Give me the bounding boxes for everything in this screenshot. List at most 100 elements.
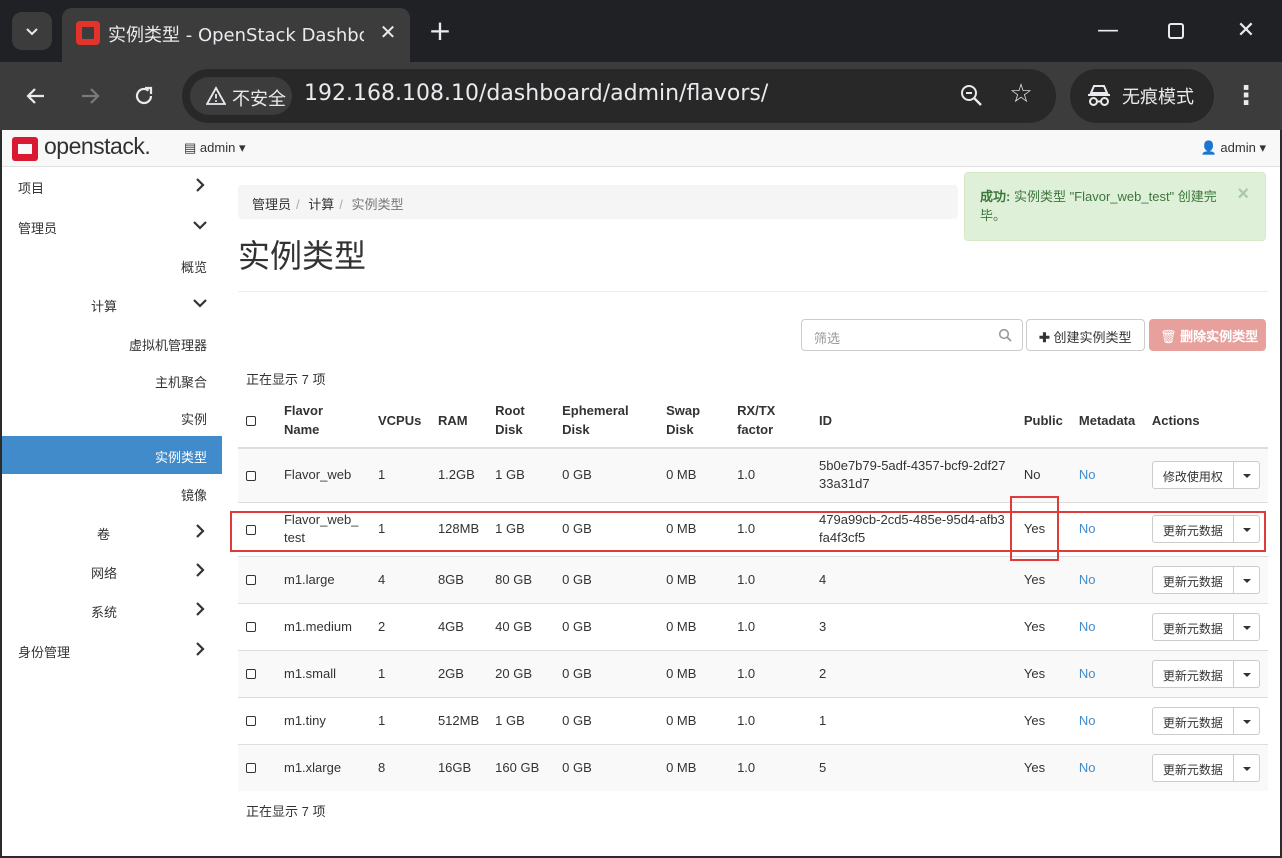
actions-cell: 更新元数据 [1143,555,1268,603]
row-action-dropdown-icon[interactable] [1233,565,1260,594]
sidebar-item-host-aggregates[interactable]: 主机聚合 [2,361,222,399]
col-header[interactable]: Root Disk [487,393,555,449]
address-bar[interactable]: 不安全 192.168.108.10/dashboard/admin/flavo… [182,69,1056,123]
col-header[interactable]: Swap Disk [658,393,730,449]
row-checkbox[interactable] [246,575,256,586]
select-all-checkbox[interactable] [246,416,256,427]
metadata-cell[interactable]: No [1070,602,1144,650]
warning-triangle-icon [206,86,226,105]
project-selector-label: admin [199,140,236,155]
row-action-button[interactable]: 更新元数据 [1151,612,1234,641]
row-action-dropdown-icon[interactable] [1233,461,1260,490]
row-action-button[interactable]: 更新元数据 [1151,753,1234,782]
col-header[interactable]: Public [1015,393,1071,449]
logo-text: openstack. [44,133,151,159]
breadcrumb-item[interactable]: 计算 [308,197,334,212]
new-tab-button[interactable]: + [424,12,456,50]
metadata-cell[interactable]: No [1070,555,1144,603]
public-cell: Yes [1015,743,1071,791]
row-action-button[interactable]: 更新元数据 [1151,706,1234,735]
sidebar-item-overview[interactable]: 概览 [2,246,222,284]
sidebar-item-volumes[interactable]: 卷 [2,513,222,551]
sidebar-item-hypervisors[interactable]: 虚拟机管理器 [2,324,222,362]
delete-flavors-button[interactable]: 🗑 删除实例类型 [1149,319,1266,351]
openstack-logo[interactable]: openstack. [12,133,160,162]
row-checkbox[interactable] [246,622,256,633]
col-header[interactable]: VCPUs [369,393,430,449]
sidebar-item-compute[interactable]: 计算 [2,285,222,323]
row-action-dropdown-icon[interactable] [1233,612,1260,641]
filter-input[interactable]: 筛选 [801,319,1023,351]
root-disk-cell: 80 GB [487,555,555,603]
row-checkbox[interactable] [246,669,256,680]
row-action-dropdown-icon[interactable] [1233,753,1260,782]
bookmark-star-icon[interactable]: ☆ [1006,79,1036,109]
minimize-icon[interactable]: — [1088,12,1128,50]
row-checkbox[interactable] [246,716,256,727]
col-header[interactable]: Flavor Name [275,393,370,449]
col-header[interactable]: RAM [429,393,488,449]
project-selector[interactable]: ▤ admin ▾ [184,140,246,156]
tab-close-icon[interactable]: ✕ [376,20,400,44]
sidebar-item-identity[interactable]: 身份管理 [2,631,222,669]
browser-tab[interactable]: 实例类型 - OpenStack Dashboard ✕ [62,8,410,62]
window-close-icon[interactable]: ✕ [1226,12,1266,50]
tab-search-button[interactable] [12,12,52,50]
page-title: 实例类型 [238,238,367,274]
search-icon[interactable] [998,328,1012,342]
metadata-cell[interactable]: No [1070,501,1144,556]
back-arrow-icon[interactable] [16,76,56,116]
flavor-name-cell: m1.medium [275,602,370,650]
url-text[interactable]: 192.168.108.10/dashboard/admin/flavors/ [304,81,768,106]
col-header[interactable]: Ephemeral Disk [554,393,659,449]
ram-cell: 128MB [429,501,488,556]
id-cell: 5b0e7b79-5adf-4357-bcf9-2df2733a31d7 [811,447,1016,502]
row-action-button[interactable]: 更新元数据 [1151,565,1234,594]
row-action-group: 更新元数据 [1151,565,1260,594]
metadata-cell[interactable]: No [1070,447,1144,502]
metadata-cell[interactable]: No [1070,696,1144,744]
row-checkbox[interactable] [246,763,256,774]
col-header[interactable]: RX/TX factor [729,393,812,449]
user-menu[interactable]: 👤 admin ▾ [1201,140,1266,156]
sidebar-item-images[interactable]: 镜像 [2,474,222,512]
sidebar-item-instances[interactable]: 实例 [2,398,222,436]
ram-cell: 1.2GB [429,447,488,502]
forward-arrow-icon[interactable] [70,76,110,116]
create-flavor-button[interactable]: ✚ 创建实例类型 [1026,319,1145,351]
row-action-button[interactable]: 修改使用权 [1151,461,1234,490]
sidebar-item-admin[interactable]: 管理员 [2,207,222,245]
table-row: m1.medium 2 4GB 40 GB 0 GB 0 MB 1.0 3 Yes No 更新元数据 [238,602,1268,650]
row-checkbox[interactable] [246,524,256,535]
row-action-group: 修改使用权 [1151,461,1260,490]
public-cell: No [1015,447,1071,502]
row-action-dropdown-icon[interactable] [1233,659,1260,688]
row-select-cell [238,447,276,502]
metadata-cell[interactable]: No [1070,649,1144,697]
metadata-cell[interactable]: No [1070,743,1144,791]
row-select-cell [238,501,276,556]
row-action-button[interactable]: 更新元数据 [1151,659,1234,688]
sidebar-item-system[interactable]: 系统 [2,591,222,629]
incognito-indicator[interactable]: 无痕模式 [1070,69,1214,123]
row-action-dropdown-icon[interactable] [1233,706,1260,735]
row-action-button[interactable]: 更新元数据 [1151,515,1234,543]
breadcrumb-item[interactable]: 管理员 [252,197,291,212]
alert-close-icon[interactable]: × [1237,184,1249,204]
sidebar-item-flavors[interactable]: 实例类型 [2,436,222,474]
sidebar-item-project[interactable]: 项目 [2,167,222,205]
zoom-icon[interactable] [958,82,986,110]
user-icon: 👤 [1200,140,1217,155]
sidebar-item-network[interactable]: 网络 [2,552,222,590]
maximize-icon[interactable] [1156,12,1196,50]
flavor-name-cell: m1.large [275,555,370,603]
vcpus-cell: 4 [369,555,430,603]
col-header[interactable]: Metadata [1070,393,1144,449]
row-checkbox[interactable] [246,470,256,481]
col-header[interactable]: ID [811,393,1016,449]
table-row: m1.xlarge 8 16GB 160 GB 0 GB 0 MB 1.0 5 Yes No 更新元… [238,743,1268,791]
row-action-dropdown-icon[interactable] [1233,515,1260,543]
browser-menu-icon[interactable]: ⋮ [1232,76,1260,116]
reload-icon[interactable] [124,76,164,116]
sidebar-item-label: 管理员 [18,221,58,236]
